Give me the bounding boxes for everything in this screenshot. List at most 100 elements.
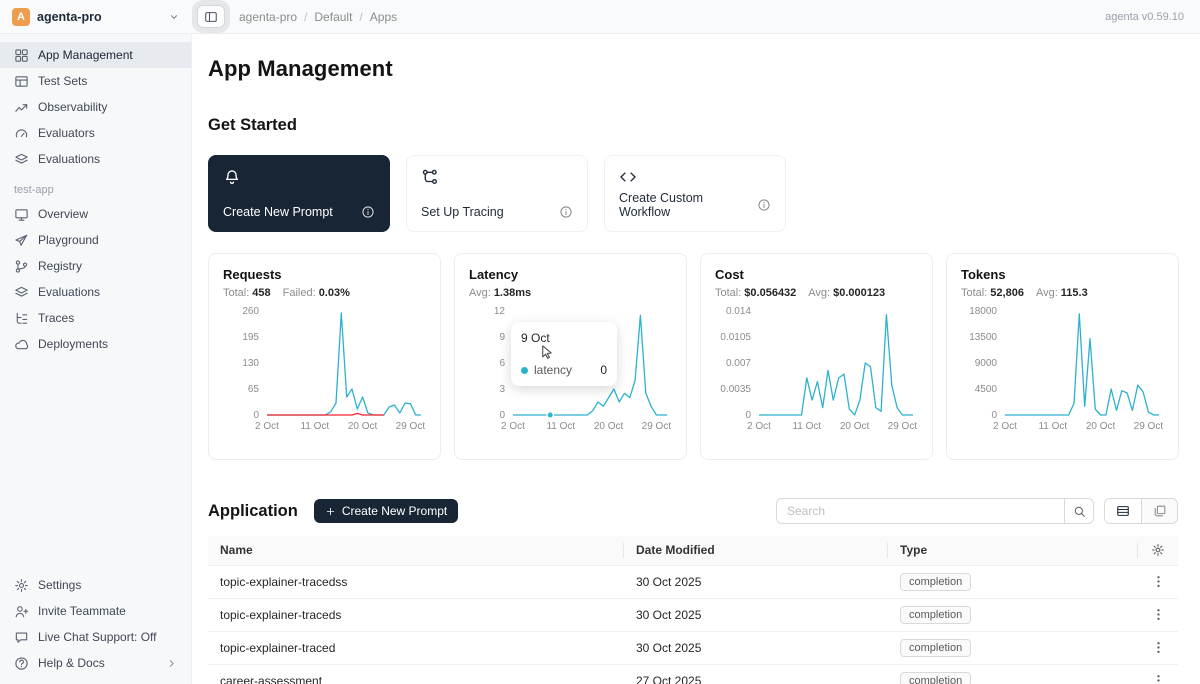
search-input[interactable] [776, 498, 1064, 524]
sidebar-collapse-button[interactable] [197, 5, 225, 28]
card-view-button[interactable] [1141, 499, 1177, 523]
get-started-card-create-new-prompt[interactable]: Create New Prompt [208, 155, 390, 232]
get-started-card-create-custom-workflow[interactable]: Create Custom Workflow [604, 155, 786, 232]
metric-stat-value: 1.38ms [494, 287, 531, 299]
view-toggle [1104, 498, 1178, 524]
search-button[interactable] [1064, 498, 1094, 524]
sidebar-item-app-management[interactable]: App Management [0, 42, 191, 68]
sidebar-section-label: test-app [0, 172, 191, 201]
card-view-icon [1153, 504, 1167, 518]
sidebar-item-evaluations[interactable]: Evaluations [0, 146, 191, 172]
info-icon[interactable] [559, 205, 573, 219]
type-badge: completion [900, 573, 971, 591]
sidebar-item-settings[interactable]: Settings [0, 572, 191, 598]
sidebar-item-evaluators[interactable]: Evaluators [0, 120, 191, 146]
main-content: App Management Get Started Create New Pr… [192, 34, 1200, 684]
row-actions-menu-icon[interactable] [1150, 607, 1166, 622]
applications-table: NameDate ModifiedType topic-explainer-tr… [208, 536, 1178, 684]
metric-card-latency: LatencyAvg:1.38ms0369122 Oct11 Oct20 Oct… [454, 253, 687, 460]
mouse-cursor-icon [539, 344, 554, 359]
sidebar-item-label: Live Chat Support: Off [38, 630, 157, 644]
sidebar-item-evaluations[interactable]: Evaluations [0, 279, 191, 305]
sidebar-bottom-nav: Settings Invite Teammate Live Chat Support… [0, 572, 191, 676]
sidebar-item-playground[interactable]: Playground [0, 227, 191, 253]
sidebar-item-label: Settings [38, 578, 81, 592]
get-started-card-set-up-tracing[interactable]: Set Up Tracing [406, 155, 588, 232]
table-row-career-assessment[interactable]: career-assessment27 Oct 2025completion [208, 664, 1178, 684]
breadcrumb-item-apps[interactable]: Apps [370, 10, 397, 24]
sidebar-item-traces[interactable]: Traces [0, 305, 191, 331]
create-new-prompt-button[interactable]: Create New Prompt [314, 499, 458, 523]
sidebar-item-label: Help & Docs [38, 656, 105, 670]
get-started-card-label: Create Custom Workflow [619, 191, 757, 219]
get-started-card-label: Set Up Tracing [421, 205, 504, 219]
metric-chart-plot[interactable]: 0651301952602 Oct11 Oct20 Oct29 Oct [223, 303, 427, 441]
metric-card-tokens: TokensTotal:52,806Avg:115.30450090001350… [946, 253, 1179, 460]
layers-icon [14, 152, 29, 167]
chevron-down-icon [168, 11, 180, 23]
cell-date-modified: 30 Oct 2025 [624, 598, 888, 631]
workspace-switcher[interactable]: A agenta-pro [0, 8, 192, 26]
sidebar-item-label: Deployments [38, 337, 108, 351]
metric-chart-plot[interactable]: 00.00350.0070.01050.0142 Oct11 Oct20 Oct… [715, 303, 919, 441]
metric-stat: Total:52,806 [961, 287, 1024, 299]
svg-text:20 Oct: 20 Oct [1086, 421, 1116, 432]
svg-text:9: 9 [499, 332, 505, 343]
svg-text:20 Oct: 20 Oct [840, 421, 870, 432]
plus-icon [325, 506, 336, 517]
bell-icon [223, 168, 241, 186]
row-actions-menu-icon[interactable] [1150, 640, 1166, 655]
panel-left-icon [204, 10, 218, 24]
svg-text:20 Oct: 20 Oct [348, 421, 378, 432]
sidebar-item-observability[interactable]: Observability [0, 94, 191, 120]
code-icon [619, 168, 637, 186]
svg-text:13500: 13500 [969, 332, 997, 343]
sidebar-item-registry[interactable]: Registry [0, 253, 191, 279]
table-row-topic-explainer-traceds[interactable]: topic-explainer-traceds30 Oct 2025 comple… [208, 598, 1178, 631]
get-started-cards: Create New Prompt Set Up Tracing Create Cu… [208, 155, 1178, 232]
sidebar-item-help-docs[interactable]: Help & Docs [0, 650, 191, 676]
info-icon[interactable] [361, 205, 375, 219]
table-row-topic-explainer-traced[interactable]: topic-explainer-traced30 Oct 2025complet… [208, 631, 1178, 664]
breadcrumb-item-default[interactable]: Default [314, 10, 352, 24]
sidebar-item-label: Overview [38, 207, 88, 221]
cell-type: completion [888, 565, 1138, 598]
sidebar-item-test-sets[interactable]: Test Sets [0, 68, 191, 94]
type-badge: completion [900, 606, 971, 624]
svg-text:11 Oct: 11 Oct [546, 421, 575, 432]
row-actions-menu-icon[interactable] [1150, 574, 1166, 589]
svg-text:2 Oct: 2 Oct [747, 421, 771, 432]
metric-stat-label: Total: [223, 287, 249, 299]
sidebar-top-nav: App ManagementTest SetsObservabilityEval… [0, 42, 191, 172]
application-section: Application Create New Prompt [208, 498, 1178, 684]
svg-text:6: 6 [499, 358, 505, 369]
metric-card-cost: CostTotal:$0.056432Avg:$0.00012300.00350… [700, 253, 933, 460]
table-view-button[interactable] [1105, 499, 1141, 523]
cell-name: topic-explainer-traceds [208, 598, 624, 631]
svg-text:9000: 9000 [975, 358, 998, 369]
search-bar [776, 498, 1094, 524]
sidebar-item-label: Playground [38, 233, 99, 247]
table-settings-gear-icon[interactable] [1150, 543, 1166, 557]
sidebar-item-deployments[interactable]: Deployments [0, 331, 191, 357]
chat-icon [14, 630, 29, 645]
app-window: A agenta-pro agenta-pro/Default/Apps age… [0, 0, 1200, 684]
metric-chart-plot[interactable]: 04500900013500180002 Oct11 Oct20 Oct29 O… [961, 303, 1165, 441]
metric-stat-label: Failed: [283, 287, 316, 299]
sidebar-item-live-chat-support-off[interactable]: Live Chat Support: Off [0, 624, 191, 650]
breadcrumb-item-agenta-pro[interactable]: agenta-pro [239, 10, 297, 24]
metric-title: Latency [469, 267, 672, 282]
table-row-topic-explainer-tracedss[interactable]: topic-explainer-tracedss30 Oct 2025compl… [208, 565, 1178, 598]
column-header-type: Type [888, 536, 1138, 565]
cell-type: completion [888, 598, 1138, 631]
svg-text:11 Oct: 11 Oct [1038, 421, 1067, 432]
svg-text:0: 0 [253, 410, 259, 421]
svg-text:20 Oct: 20 Oct [594, 421, 624, 432]
info-icon[interactable] [757, 198, 771, 212]
breadcrumb-separator: / [359, 10, 362, 24]
row-actions-menu-icon[interactable] [1150, 673, 1166, 684]
sidebar-item-overview[interactable]: Overview [0, 201, 191, 227]
svg-text:0.007: 0.007 [726, 358, 751, 369]
sidebar-item-invite-teammate[interactable]: Invite Teammate [0, 598, 191, 624]
svg-text:11 Oct: 11 Oct [300, 421, 329, 432]
